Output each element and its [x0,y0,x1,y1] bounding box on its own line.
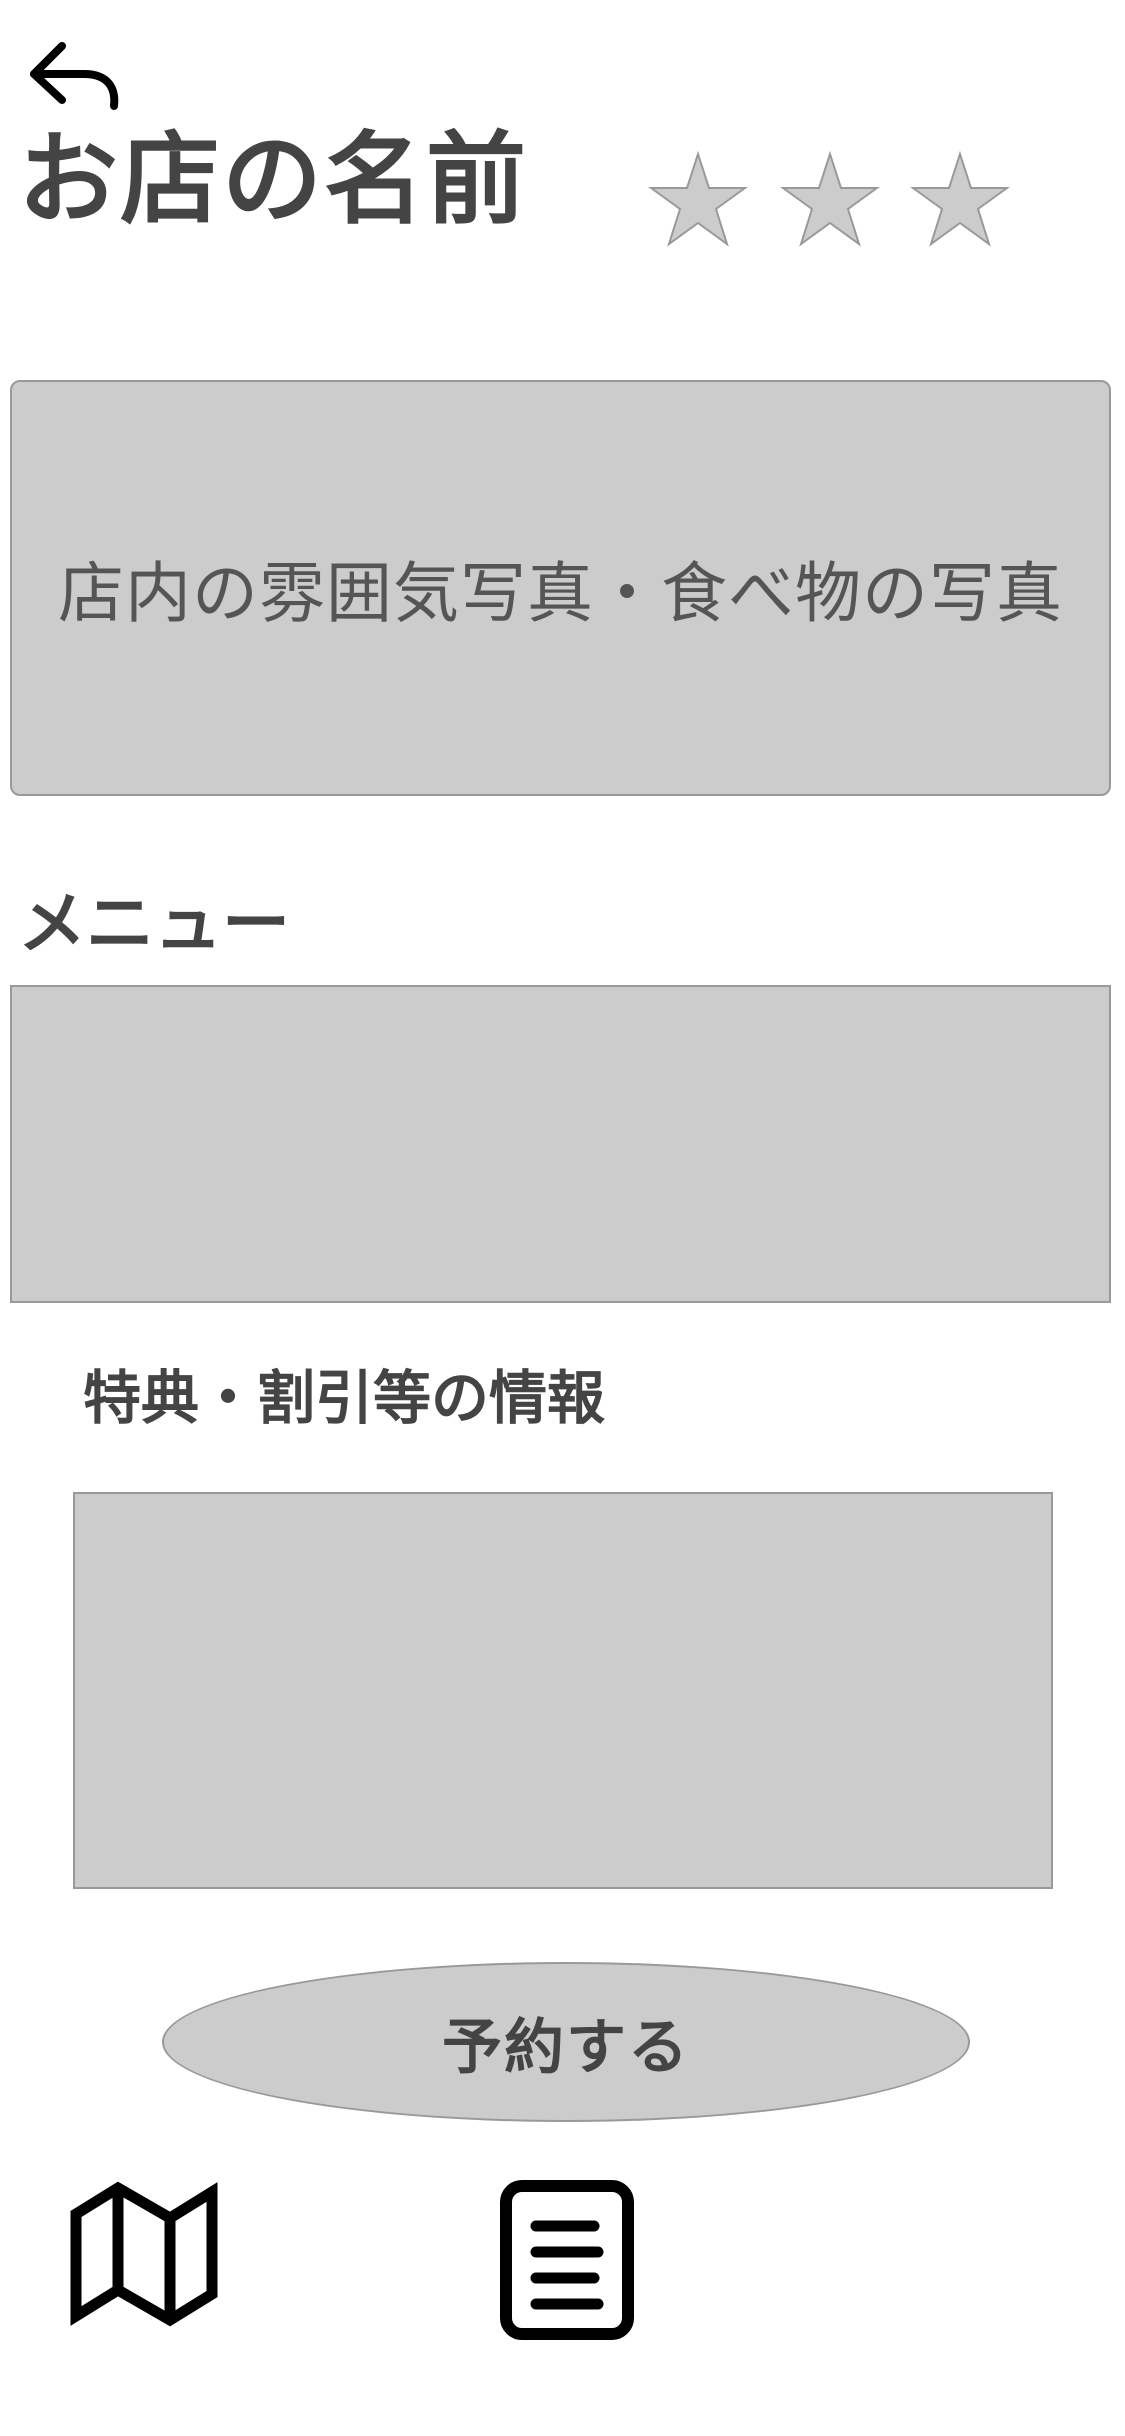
star-icon[interactable] [910,150,1010,250]
perks-placeholder [73,1492,1053,1889]
back-arrow-icon [30,42,119,110]
menu-placeholder [10,985,1111,1303]
tab-document[interactable] [498,2178,636,2342]
shop-name-title: お店の名前 [18,121,528,238]
perks-heading: 特典・割引等の情報 [83,1364,606,1432]
menu-heading: メニュー [18,885,291,964]
star-rating[interactable] [648,150,1020,250]
reserve-button[interactable]: 予約する [162,1962,970,2122]
tab-map[interactable] [68,2178,220,2330]
back-button[interactable] [26,36,126,116]
photo-placeholder-label: 店内の雰囲気写真・食べ物の写真 [58,555,1063,632]
map-icon [70,2181,218,2327]
star-icon[interactable] [780,150,880,250]
shop-photo-placeholder: 店内の雰囲気写真・食べ物の写真 [10,380,1111,796]
shop-detail-screen: お店の名前 店内の雰囲気写真・食べ物の写真 メニュー 特典・割引等の情報 予約す… [0,0,1125,2436]
star-icon[interactable] [648,150,748,250]
reserve-button-label: 予約する [442,2012,690,2083]
document-icon [500,2180,634,2340]
